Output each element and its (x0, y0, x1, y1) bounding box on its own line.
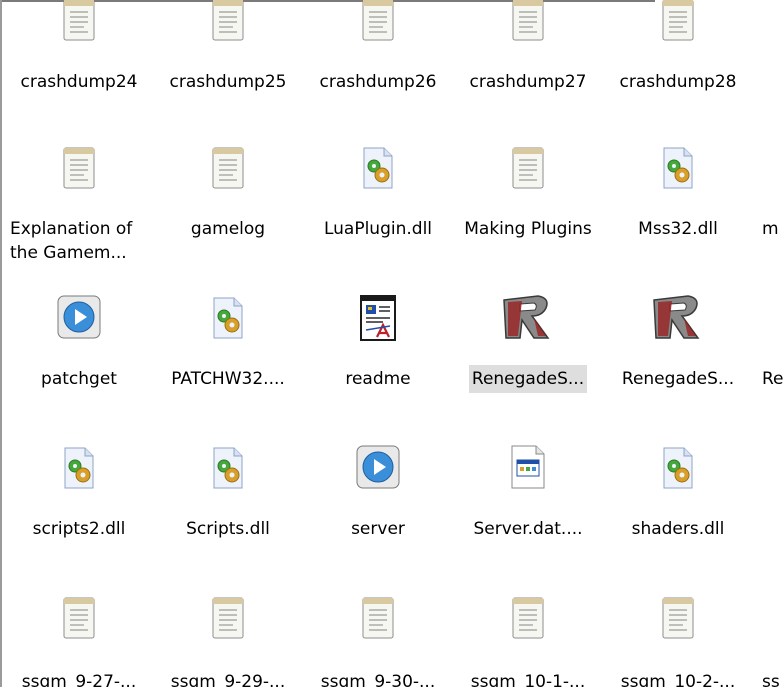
file-label: gamelog (190, 219, 266, 239)
file-item[interactable]: crashdump27 (453, 0, 603, 110)
renegade-icon (498, 292, 558, 347)
notepad-icon (511, 144, 545, 195)
file-label: RenegadeS... (621, 369, 735, 389)
file-item[interactable]: scripts2.dll (4, 440, 154, 550)
file-item[interactable]: ssgm_10-2-... (603, 592, 753, 687)
notepad-icon (361, 0, 395, 47)
file-label: Mss32.dll (638, 219, 718, 239)
file-label: ss (762, 672, 780, 687)
notepad-icon (62, 144, 96, 195)
notepad-icon (661, 0, 695, 47)
file-item[interactable]: ssgm_9-30-... (303, 592, 453, 687)
file-item[interactable]: crashdump26 (303, 0, 453, 110)
file-label: crashdump25 (169, 72, 287, 92)
file-item[interactable]: PATCHW32.... (153, 290, 303, 400)
file-item[interactable]: Scripts.dll (153, 440, 303, 550)
dll-icon (658, 444, 698, 495)
notepad-icon (62, 594, 96, 645)
file-item[interactable]: crashdump24 (4, 0, 154, 110)
file-label: crashdump28 (619, 72, 737, 92)
dll-icon (658, 144, 698, 195)
file-label: readme (345, 369, 411, 389)
notepad-icon (211, 0, 245, 47)
media-icon (56, 294, 102, 345)
file-item[interactable]: crashdump28 (603, 0, 753, 110)
file-label: ssgm_10-2-... (620, 672, 736, 687)
notepad-icon (661, 594, 695, 645)
file-label: ssgm_10-1-... (470, 672, 586, 687)
view-border-left (0, 0, 2, 687)
file-label-selected: RenegadeS... (453, 365, 603, 393)
notepad-icon (511, 594, 545, 645)
file-item[interactable]: ssgm_10-1-... (453, 592, 603, 687)
file-item[interactable]: patchget (4, 290, 154, 400)
dll-icon (208, 294, 248, 345)
file-item[interactable]: m (762, 140, 783, 250)
file-label: shaders.dll (631, 519, 725, 539)
file-item[interactable]: Mss32.dll (603, 140, 753, 250)
file-item[interactable]: ss (762, 592, 783, 687)
file-label: LuaPlugin.dll (323, 219, 433, 239)
file-label: patchget (41, 369, 117, 389)
file-label: server (351, 519, 405, 539)
file-item[interactable]: Explanation of the Gamem... (4, 140, 154, 270)
file-label: Re (762, 369, 783, 389)
file-item[interactable]: Server.dat.... (453, 440, 603, 550)
file-item[interactable]: server (303, 440, 453, 550)
file-item[interactable]: RenegadeS... (603, 290, 753, 400)
renegade-icon (648, 292, 708, 347)
notepad-icon (211, 594, 245, 645)
file-item[interactable]: RenegadeS... (453, 290, 603, 400)
file-label: ssgm_9-29-... (170, 672, 286, 687)
document-icon (357, 292, 399, 347)
file-label: Scripts.dll (186, 519, 270, 539)
file-item[interactable]: Making Plugins (453, 140, 603, 250)
file-label: ssgm_9-27-... (21, 672, 137, 687)
file-label: m (762, 219, 779, 239)
notepad-icon (511, 0, 545, 47)
media-icon (355, 444, 401, 495)
file-label: scripts2.dll (32, 519, 126, 539)
file-label: Explanation of the Gamem... (10, 219, 133, 263)
file-view: crashdump24 crashdump25 crashdump26 cras… (0, 0, 783, 687)
window-file-icon (508, 442, 548, 497)
file-item[interactable]: ssgm_9-27-... (4, 592, 154, 687)
file-label: crashdump24 (20, 72, 138, 92)
file-item[interactable]: LuaPlugin.dll (303, 140, 453, 250)
file-label: PATCHW32.... (171, 369, 285, 389)
file-item[interactable]: shaders.dll (603, 440, 753, 550)
file-item[interactable]: crashdump25 (153, 0, 303, 110)
notepad-icon (211, 144, 245, 195)
notepad-icon (62, 0, 96, 47)
file-label: crashdump26 (319, 72, 437, 92)
notepad-icon (361, 594, 395, 645)
file-item[interactable]: readme (303, 290, 453, 400)
file-item[interactable]: Re (762, 290, 783, 400)
dll-icon (208, 444, 248, 495)
file-label: Making Plugins (464, 219, 592, 239)
file-item[interactable]: gamelog (153, 140, 303, 250)
dll-icon (59, 444, 99, 495)
file-label: crashdump27 (469, 72, 587, 92)
file-item[interactable]: ssgm_9-29-... (153, 592, 303, 687)
file-label: ssgm_9-30-... (320, 672, 436, 687)
dll-icon (358, 144, 398, 195)
file-label: Server.dat.... (473, 519, 583, 539)
